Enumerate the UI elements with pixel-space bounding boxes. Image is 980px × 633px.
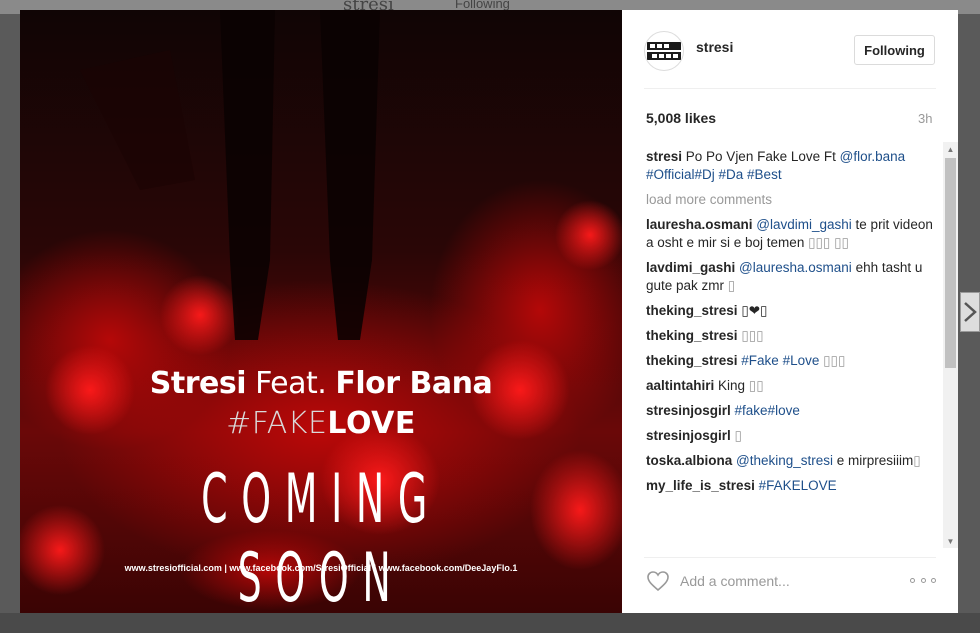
post-header: stresi Following — [622, 10, 958, 88]
comment-text: e mirpresiiim — [833, 453, 914, 468]
scroll-down-arrow-icon[interactable]: ▼ — [943, 534, 958, 548]
comment-bar — [622, 562, 958, 613]
more-dot — [910, 577, 915, 583]
divider — [644, 557, 936, 558]
comment-mention[interactable]: @lavdimi_gashi — [753, 217, 852, 232]
comment-mention[interactable]: @theking_stresi — [732, 453, 833, 468]
comment-emoji: ▯ — [913, 453, 921, 468]
comment-user[interactable]: theking_stresi — [646, 303, 738, 318]
comment-user[interactable]: stresinjosgirl — [646, 428, 731, 443]
scroll-up-arrow-icon[interactable]: ▲ — [943, 142, 958, 156]
image-links: www.stresiofficial.com | www.facebook.co… — [124, 563, 518, 573]
list-item: theking_stresi #Fake #Love ▯▯▯ — [646, 352, 938, 370]
post-timestamp: 3h — [918, 111, 933, 126]
comment-emoji: ▯❤▯ — [741, 303, 768, 318]
load-more-comments[interactable]: load more comments — [646, 191, 938, 209]
comment-emoji: ▯▯ — [748, 378, 764, 393]
comment-user[interactable]: aaltintahiri — [646, 378, 714, 393]
comment-user[interactable]: theking_stresi — [646, 328, 738, 343]
list-item: stresinjosgirl ▯ — [646, 427, 938, 445]
image-artist: Stresi — [149, 366, 247, 401]
image-title: Stresi Feat. Flor Bana — [20, 366, 622, 401]
following-button[interactable]: Following — [854, 35, 935, 65]
comment-mention[interactable]: #FAKELOVE — [755, 478, 837, 493]
comment-mention[interactable]: @lauresha.osmani — [735, 260, 852, 275]
image-featured: Flor Bana — [335, 366, 493, 401]
comment-user[interactable]: lauresha.osmani — [646, 217, 753, 232]
list-item: stresinjosgirl #fake#love — [646, 402, 938, 420]
comment-input[interactable] — [680, 570, 880, 592]
comment-user[interactable]: toska.albiona — [646, 453, 732, 468]
comment-user[interactable]: lavdimi_gashi — [646, 260, 735, 275]
comment-emoji: ▯ — [727, 278, 736, 293]
avatar[interactable] — [644, 31, 684, 71]
background-bottom-strip — [0, 613, 980, 633]
list-item: lauresha.osmani @lavdimi_gashi te prit v… — [646, 216, 938, 252]
post-modal: Stresi Feat. Flor Bana #FAKELOVE COMING … — [20, 10, 958, 613]
comments-scrollbar[interactable]: ▲ ▼ — [943, 142, 958, 548]
post-image[interactable]: Stresi Feat. Flor Bana #FAKELOVE COMING … — [20, 10, 622, 613]
list-item: theking_stresi ▯▯▯ — [646, 327, 938, 345]
image-feat: Feat. — [246, 366, 336, 401]
list-item: aaltintahiri King ▯▯ — [646, 377, 938, 395]
list-item: theking_stresi ▯❤▯ — [646, 302, 938, 320]
image-hashtag-suffix: LOVE — [327, 406, 416, 441]
list-item: lavdimi_gashi @lauresha.osmani ehh tasht… — [646, 259, 938, 295]
comment-mention[interactable]: #Fake #Love — [738, 353, 819, 368]
divider — [644, 88, 936, 89]
next-post-arrow-icon[interactable] — [960, 292, 980, 332]
comment-user[interactable]: my_life_is_stresi — [646, 478, 755, 493]
heart-icon[interactable] — [646, 570, 670, 592]
image-hashtag: #FAKELOVE — [20, 406, 622, 441]
comment-emoji: ▯▯▯ — [823, 353, 846, 368]
comments-list: stresi Po Po Vjen Fake Love Ft @flor.ban… — [646, 148, 938, 545]
comment-emoji: ▯▯▯ ▯▯ — [808, 235, 849, 250]
caption: stresi Po Po Vjen Fake Love Ft @flor.ban… — [646, 148, 938, 184]
list-item: toska.albiona @theking_stresi e mirpresi… — [646, 452, 938, 470]
comment-text: King — [714, 378, 749, 393]
more-dot — [931, 577, 936, 583]
image-coming-soon: COMING SOON — [201, 460, 441, 613]
scrollbar-thumb[interactable] — [945, 158, 956, 368]
post-username[interactable]: stresi — [696, 39, 733, 55]
caption-text: Po Po Vjen Fake Love Ft — [682, 149, 840, 164]
caption-user[interactable]: stresi — [646, 149, 682, 164]
more-dot — [920, 577, 926, 583]
comment-mention[interactable]: #fake#love — [731, 403, 800, 418]
more-options-icon[interactable] — [910, 574, 936, 586]
comment-emoji: ▯ — [734, 428, 742, 443]
comment-emoji: ▯▯▯ — [741, 328, 764, 343]
post-side-panel: stresi Following 5,008 likes 3h stresi P… — [622, 10, 958, 613]
comment-user[interactable]: stresinjosgirl — [646, 403, 731, 418]
likes-count[interactable]: 5,008 likes — [646, 110, 716, 126]
image-hashtag-prefix: #FAKE — [226, 406, 328, 441]
list-item: my_life_is_stresi #FAKELOVE — [646, 477, 938, 495]
comment-user[interactable]: theking_stresi — [646, 353, 738, 368]
bad-boys-logo-icon — [647, 42, 681, 60]
